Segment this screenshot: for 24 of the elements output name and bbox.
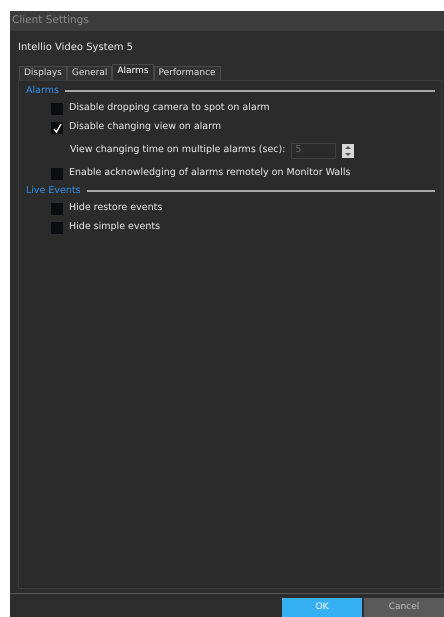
tab[interactable]: Alarms bbox=[112, 64, 154, 80]
tab[interactable]: General bbox=[66, 66, 112, 80]
section-title: Live Events bbox=[26, 184, 81, 198]
checkbox-label: Disable dropping camera to spot on alarm bbox=[69, 101, 270, 116]
window-title: Client Settings bbox=[12, 13, 89, 28]
product-heading: Intellio Video System 5 bbox=[18, 41, 134, 55]
field-label: View changing time on multiple alarms (sec): bbox=[70, 143, 286, 158]
checkbox-label: Enable acknowledging of alarms remotely on Monitor Walls bbox=[69, 166, 350, 180]
checkbox-label: Disable changing view on alarm bbox=[69, 120, 222, 134]
tab[interactable]: Performance bbox=[154, 66, 221, 80]
checkbox-label: Hide restore events bbox=[69, 201, 162, 216]
checkbox[interactable] bbox=[51, 102, 63, 114]
checkbox[interactable] bbox=[51, 202, 63, 214]
spin-buttons[interactable] bbox=[342, 144, 354, 158]
up-icon bbox=[345, 146, 352, 148]
dialog-button[interactable]: Cancel bbox=[364, 598, 444, 617]
checkbox[interactable] bbox=[51, 122, 63, 134]
checkbox[interactable] bbox=[51, 168, 63, 180]
checkbox-label: Hide simple events bbox=[69, 220, 160, 234]
section-title: Alarms bbox=[26, 84, 59, 98]
down-icon bbox=[345, 152, 352, 156]
checkbox[interactable] bbox=[51, 222, 63, 234]
check-icon bbox=[52, 122, 62, 132]
tab[interactable]: Displays bbox=[19, 66, 67, 80]
